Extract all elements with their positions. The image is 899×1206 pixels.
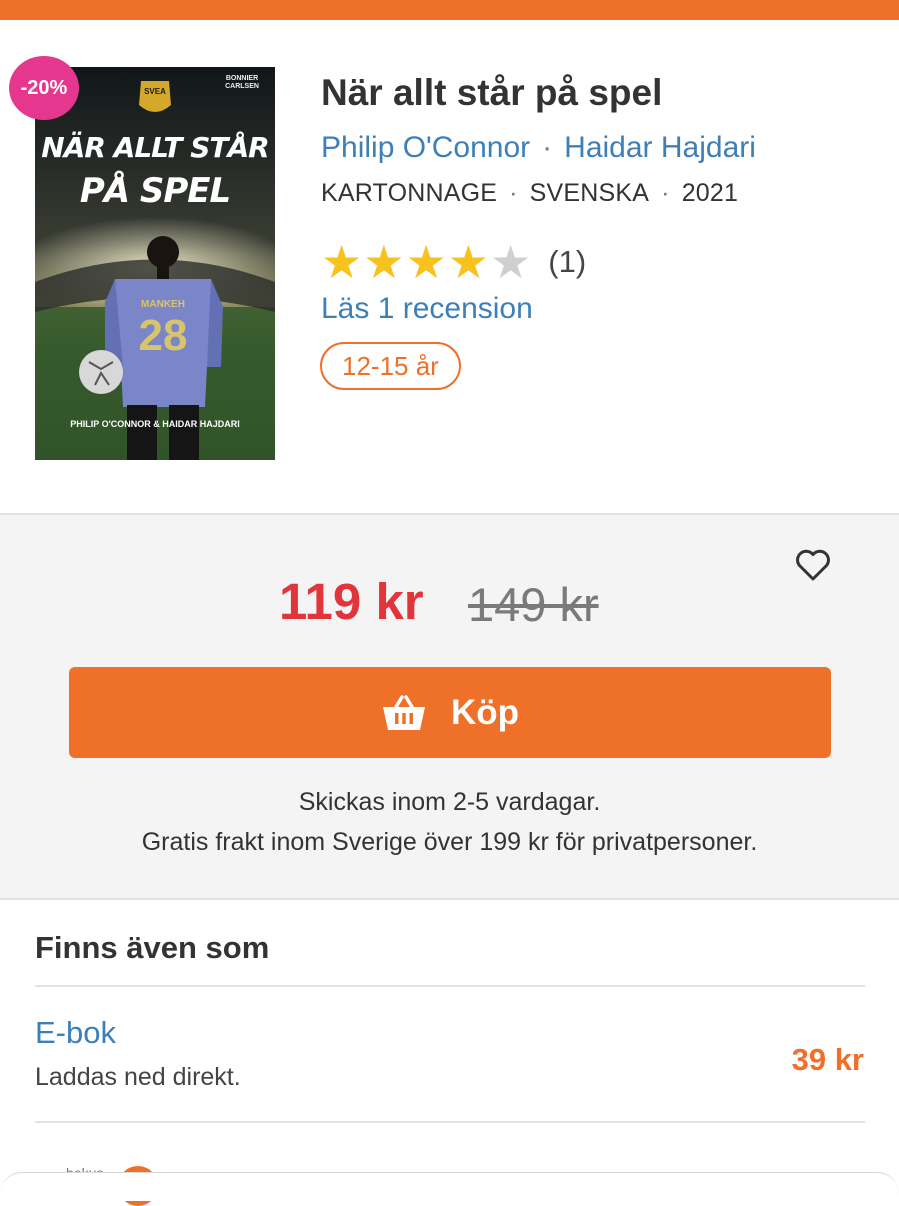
- author-separator: ·: [542, 131, 553, 164]
- star-icon: ★: [405, 236, 447, 288]
- author-links: Philip O'Connor · Haidar Hajdari: [321, 131, 756, 165]
- star-icon: ★: [321, 236, 363, 288]
- divider: [35, 1121, 865, 1123]
- star-icon: ★: [447, 236, 489, 288]
- cover-authors: PHILIP O'CONNOR & HAIDAR HAJDARI: [70, 419, 240, 429]
- bottom-sheet[interactable]: [0, 1172, 899, 1201]
- language: SVENSKA: [529, 179, 650, 207]
- original-price: 149 kr: [468, 578, 599, 631]
- author-link[interactable]: Haidar Hajdari: [564, 131, 756, 164]
- rating-count: (1): [548, 244, 587, 279]
- basket-icon: [382, 694, 425, 730]
- divider: [35, 985, 865, 987]
- binding-format: KARTONNAGE: [321, 179, 498, 207]
- discount-badge: -20%: [9, 56, 79, 120]
- cover-badge-text: SVEA: [144, 87, 166, 96]
- publish-year: 2021: [681, 179, 739, 207]
- cover-publisher: BONNIER CARLSEN: [225, 75, 259, 90]
- product-title: När allt står på spel: [321, 72, 663, 113]
- star-icon: ★: [363, 236, 405, 288]
- formats-heading: Finns även som: [35, 930, 270, 965]
- shipping-time: Skickas inom 2-5 vardagar.: [298, 788, 601, 816]
- buy-button-label: Köp: [450, 692, 520, 732]
- cover-jersey-name: MANKEH: [141, 299, 185, 310]
- buy-button[interactable]: Köp: [69, 667, 831, 758]
- cover-jersey-number: 28: [138, 311, 188, 360]
- book-cover-image[interactable]: BONNIER CARLSEN SVEA NÄR ALLT STÅR PÅ SP…: [35, 67, 275, 460]
- heart-icon[interactable]: [795, 548, 831, 582]
- cover-title-line2: PÅ SPEL: [79, 171, 231, 211]
- star-icon: ★: [490, 236, 532, 288]
- read-reviews-link[interactable]: Läs 1 recension: [321, 292, 533, 326]
- top-accent-bar: [0, 0, 899, 20]
- cover-title-line1: NÄR ALLT STÅR: [41, 131, 269, 164]
- product-meta: KARTONNAGE · SVENSKA · 2021: [321, 179, 738, 208]
- meta-separator: ·: [661, 179, 670, 207]
- format-name-link[interactable]: E-bok: [35, 1015, 116, 1051]
- rating[interactable]: ★ ★ ★ ★ ★ (1): [321, 239, 586, 285]
- format-description: Laddas ned direkt.: [35, 1063, 241, 1091]
- author-link[interactable]: Philip O'Connor: [321, 131, 530, 164]
- current-price: 119 kr: [279, 573, 424, 630]
- format-price[interactable]: 39 kr: [792, 1042, 864, 1078]
- meta-separator: ·: [509, 179, 518, 207]
- free-shipping-info: Gratis frakt inom Sverige över 199 kr fö…: [141, 828, 758, 856]
- age-tag[interactable]: 12-15 år: [320, 342, 461, 390]
